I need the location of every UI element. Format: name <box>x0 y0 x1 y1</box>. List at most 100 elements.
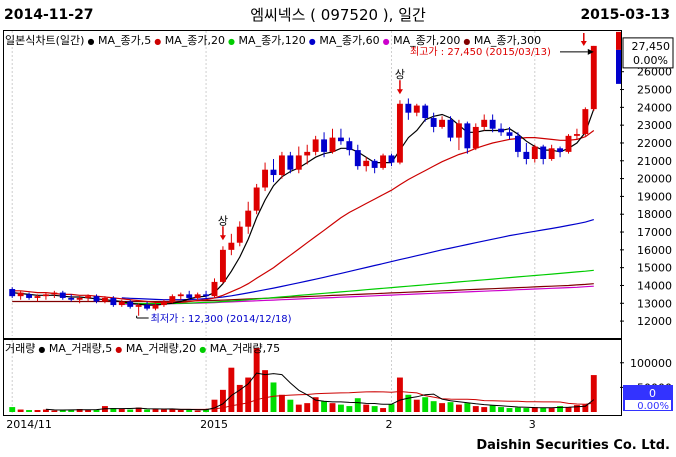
candle-body-63 <box>540 146 547 159</box>
volume-bar-28 <box>245 377 252 412</box>
volume-bar-1 <box>17 409 24 412</box>
volume-bar-57 <box>489 405 496 412</box>
volume-bar-37 <box>321 401 328 412</box>
candle-body-41 <box>354 150 361 167</box>
x-tick-label-3: 3 <box>529 418 536 431</box>
candle-body-26 <box>228 242 235 250</box>
volume-bar-13 <box>118 409 125 412</box>
price-legend-item-5: MA_종가,200 <box>393 34 461 47</box>
candle-body-11 <box>101 297 108 302</box>
y-tick-label-8: 20000 <box>637 173 672 186</box>
volume-bar-42 <box>363 404 370 412</box>
volume-bar-4 <box>42 409 49 412</box>
candle-body-31 <box>270 169 277 176</box>
candle-body-5 <box>51 292 58 295</box>
candle-body-66 <box>565 135 572 152</box>
volume-bar-30 <box>262 370 269 412</box>
candle-body-58 <box>498 128 505 133</box>
price-legend-marker-3: ● <box>228 37 238 46</box>
volume-bar-54 <box>464 403 471 412</box>
volume-bar-63 <box>540 407 547 412</box>
volume-bar-66 <box>565 407 572 412</box>
candle-body-39 <box>337 137 344 142</box>
candle-body-45 <box>388 155 395 163</box>
candle-body-36 <box>312 139 319 152</box>
volume-bar-40 <box>346 406 353 412</box>
candle-body-8 <box>76 297 83 300</box>
candle-body-37 <box>321 139 328 152</box>
candle-body-60 <box>514 135 521 152</box>
candle-body-22 <box>194 294 201 298</box>
candle-body-16 <box>144 305 151 309</box>
vol-ma20-line <box>172 390 594 410</box>
candle-body-52 <box>447 119 454 138</box>
chart-svg: 12000 13000 14000 15000 16000 17000 18000 19000… <box>6 31 674 431</box>
candle-body-38 <box>329 137 336 152</box>
sang-marker-1-arrow-head <box>219 235 226 241</box>
volume-bar-39 <box>337 404 344 412</box>
candle-body-1 <box>17 292 24 297</box>
y-tick-label-0: 12000 <box>637 315 672 328</box>
candle-body-28 <box>245 210 252 227</box>
candle-body-35 <box>304 151 311 156</box>
price-legend: 일본식차트(일간) ● MA_종가,5 ● MA_종가,20 ● MA_종가,120 ●… <box>5 32 544 48</box>
y-tick-label-5: 17000 <box>637 226 672 239</box>
current-pct-label: 0.00% <box>633 54 668 67</box>
volume-bar-34 <box>295 404 302 412</box>
candle-body-3 <box>34 296 41 298</box>
price-legend-item-1: MA_종가,5 <box>97 34 152 47</box>
volume-legend: 거래량 ● MA_거래량,5 ● MA_거래량,20 ● MA_거래량,75 <box>5 340 283 356</box>
price-legend-marker-4: ● <box>308 37 319 46</box>
y-tick-label-13: 25000 <box>637 84 672 97</box>
volume-bar-25 <box>219 389 226 412</box>
volume-bar-58 <box>498 407 505 412</box>
volume-bar-67 <box>573 405 580 412</box>
candle-body-40 <box>346 141 353 151</box>
last-arrow-head <box>580 41 587 46</box>
candle-body-44 <box>380 155 387 168</box>
candle-body-55 <box>472 126 479 149</box>
candle-body-25 <box>219 249 226 282</box>
candle-body-27 <box>236 226 243 243</box>
current-price-label: 27,450 <box>632 40 671 53</box>
candle-body-59 <box>506 132 513 136</box>
volume-bar-20 <box>177 410 184 412</box>
volume-legend-item-0: 거래량 <box>5 342 36 355</box>
candle-body-4 <box>42 294 49 297</box>
candle-body-2 <box>26 294 33 298</box>
volume-bar-31 <box>270 382 277 412</box>
volume-bar-0 <box>9 407 16 412</box>
candle-body-19 <box>169 296 176 302</box>
candle-body-29 <box>253 187 260 211</box>
candle-body-9 <box>85 296 92 298</box>
y-tick-label-4: 16000 <box>637 244 672 257</box>
current-marker-blue <box>616 49 621 84</box>
volume-bar-59 <box>506 408 513 412</box>
price-legend-item-0: 일본식차트(일간) <box>5 34 85 47</box>
volume-bar-22 <box>194 410 201 412</box>
vol-current-label: 0 <box>649 387 656 400</box>
volume-bar-14 <box>127 409 134 412</box>
current-marker-red <box>616 31 621 50</box>
candle-body-68 <box>582 109 589 135</box>
volume-bar-48 <box>413 399 420 412</box>
volume-bar-17 <box>152 409 159 412</box>
volume-bar-69 <box>590 375 597 412</box>
volume-legend-marker-1: ● <box>38 345 48 354</box>
candle-body-24 <box>211 281 218 297</box>
price-legend-marker-5: ● <box>382 37 393 46</box>
candle-body-15 <box>135 305 142 307</box>
y-tick-label-2: 14000 <box>637 279 672 292</box>
candle-body-30 <box>262 169 269 188</box>
volume-bar-51 <box>439 403 446 412</box>
price-legend-marker-1: ● <box>87 37 97 46</box>
candle-body-14 <box>127 301 134 307</box>
candle-body-33 <box>287 155 294 170</box>
candle-body-46 <box>396 103 403 163</box>
candle-body-32 <box>278 155 285 176</box>
x-tick-label-1: 2015 <box>200 418 228 431</box>
candle-body-50 <box>430 118 437 127</box>
footer-brand: Daishin Securities Co. Ltd. <box>476 438 670 453</box>
volume-bar-44 <box>380 408 387 412</box>
volume-bar-46 <box>396 377 403 412</box>
